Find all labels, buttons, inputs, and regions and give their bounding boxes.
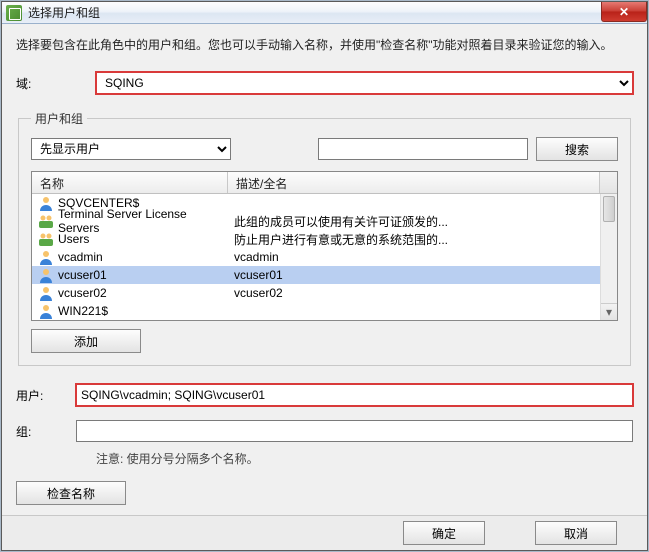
table-row[interactable]: vcadmin vcadmin	[32, 248, 600, 266]
row-name: vcuser02	[58, 286, 107, 300]
scroll-down-icon[interactable]: ▾	[601, 303, 617, 320]
cell-name: vcadmin	[32, 249, 228, 265]
table-row[interactable]: vcuser02 vcuser02	[32, 284, 600, 302]
row-name: WIN221$	[58, 304, 108, 318]
dialog-window: 选择用户和组 ✕ 选择要包含在此角色中的用户和组。您也可以手动输入名称，并使用"…	[1, 1, 648, 551]
search-input[interactable]	[318, 138, 528, 160]
groups-label: 组:	[16, 423, 76, 440]
add-row: 添加	[31, 329, 618, 353]
add-button[interactable]: 添加	[31, 329, 141, 353]
user-icon	[38, 285, 54, 301]
cell-desc: vcadmin	[228, 250, 600, 264]
table-row[interactable]: WIN221$	[32, 302, 600, 320]
table-row[interactable]: Users 防止用户进行有意或无意的系统范围的...	[32, 230, 600, 248]
close-icon: ✕	[619, 6, 629, 18]
users-groups-fieldset: 用户和组 先显示用户 搜索 名称 描述/全名 SQVCENTER$Termina…	[18, 110, 631, 366]
user-icon	[38, 303, 54, 319]
users-label: 用户:	[16, 387, 76, 404]
results-table: 名称 描述/全名 SQVCENTER$Terminal Server Licen…	[31, 171, 618, 321]
table-body: SQVCENTER$Terminal Server License Server…	[32, 194, 617, 320]
table-row[interactable]: Terminal Server License Servers此组的成员可以使用…	[32, 212, 600, 230]
cell-desc: 防止用户进行有意或无意的系统范围的...	[228, 231, 600, 248]
cell-desc: 此组的成员可以使用有关许可证颁发的...	[228, 213, 600, 230]
cell-name: Users	[32, 231, 228, 247]
col-header-scroll	[600, 172, 617, 193]
hint-text: 注意: 使用分号分隔多个名称。	[96, 450, 633, 467]
check-names-button[interactable]: 检查名称	[16, 481, 126, 505]
user-icon	[38, 249, 54, 265]
cell-desc: vcuser01	[228, 268, 600, 282]
domain-label: 域:	[16, 75, 96, 92]
fieldset-legend: 用户和组	[31, 110, 87, 127]
scrollbar-thumb[interactable]	[603, 196, 615, 222]
search-button[interactable]: 搜索	[536, 137, 618, 161]
cell-desc: vcuser02	[228, 286, 600, 300]
instruction-text: 选择要包含在此角色中的用户和组。您也可以手动输入名称，并使用"检查名称"功能对照…	[16, 36, 633, 54]
group-icon	[38, 213, 54, 229]
scrollbar[interactable]: ▾	[600, 194, 617, 320]
dialog-body: 选择要包含在此角色中的用户和组。您也可以手动输入名称，并使用"检查名称"功能对照…	[2, 24, 647, 515]
users-row: 用户:	[16, 384, 633, 406]
table-header: 名称 描述/全名	[32, 172, 617, 194]
app-icon	[6, 5, 22, 21]
domain-row: 域: SQING	[16, 72, 633, 94]
selected-fields: 用户: 组: 注意: 使用分号分隔多个名称。 检查名称	[16, 370, 633, 505]
cancel-button[interactable]: 取消	[535, 521, 617, 545]
users-input[interactable]	[76, 384, 633, 406]
domain-select[interactable]: SQING	[96, 72, 633, 94]
col-header-desc[interactable]: 描述/全名	[228, 172, 600, 193]
row-name: Users	[58, 232, 89, 246]
table-row[interactable]: vcuser01 vcuser01	[32, 266, 600, 284]
user-icon	[38, 267, 54, 283]
filter-row: 先显示用户 搜索	[31, 137, 618, 161]
group-icon	[38, 231, 54, 247]
close-button[interactable]: ✕	[601, 2, 647, 22]
cell-name: vcuser01	[32, 267, 228, 283]
filter-select[interactable]: 先显示用户	[31, 138, 231, 160]
window-title: 选择用户和组	[28, 4, 100, 21]
check-row: 检查名称	[16, 481, 633, 505]
titlebar: 选择用户和组 ✕	[2, 2, 647, 24]
dialog-footer: 确定 取消	[2, 515, 647, 550]
groups-input[interactable]	[76, 420, 633, 442]
row-name: vcadmin	[58, 250, 103, 264]
cell-name: vcuser02	[32, 285, 228, 301]
ok-button[interactable]: 确定	[403, 521, 485, 545]
groups-row: 组:	[16, 420, 633, 442]
col-header-name[interactable]: 名称	[32, 172, 228, 193]
cell-name: WIN221$	[32, 303, 228, 319]
row-name: vcuser01	[58, 268, 107, 282]
